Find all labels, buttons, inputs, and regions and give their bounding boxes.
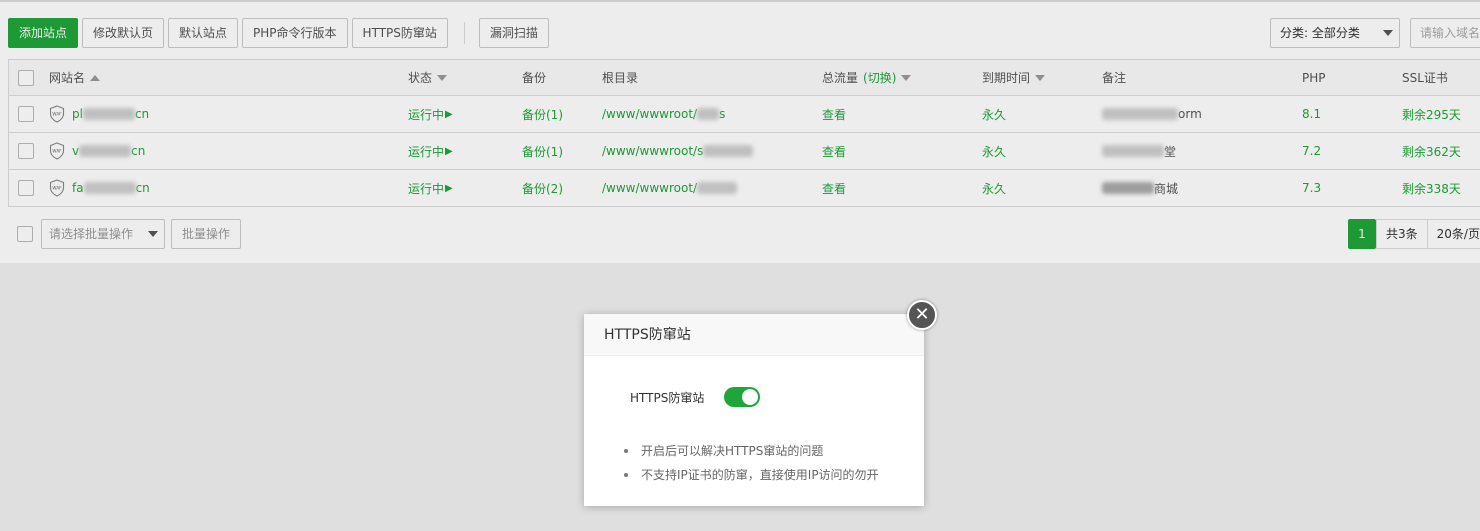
dialog-title: HTTPS防窜站: [584, 314, 924, 356]
https-anti-hijack-dialog: HTTPS防窜站 ✕ HTTPS防窜站 开启后可以解决HTTPS窜站的问题 不支…: [584, 300, 937, 506]
toggle-knob: [742, 389, 758, 405]
close-icon[interactable]: ✕: [907, 300, 937, 330]
option-label: HTTPS防窜站: [630, 390, 705, 405]
https-anti-hijack-option: HTTPS防窜站: [630, 386, 760, 408]
https-anti-hijack-toggle[interactable]: [724, 387, 760, 407]
dialog-notes: 开启后可以解决HTTPS窜站的问题 不支持IP证书的防窜，直接使用IP访问的勿开: [624, 442, 879, 490]
page: 添加站点 修改默认页 默认站点 PHP命令行版本 HTTPS防窜站 漏洞扫描 分…: [0, 0, 1480, 531]
note-item: 不支持IP证书的防窜，直接使用IP访问的勿开: [624, 466, 879, 490]
note-item: 开启后可以解决HTTPS窜站的问题: [624, 442, 879, 466]
